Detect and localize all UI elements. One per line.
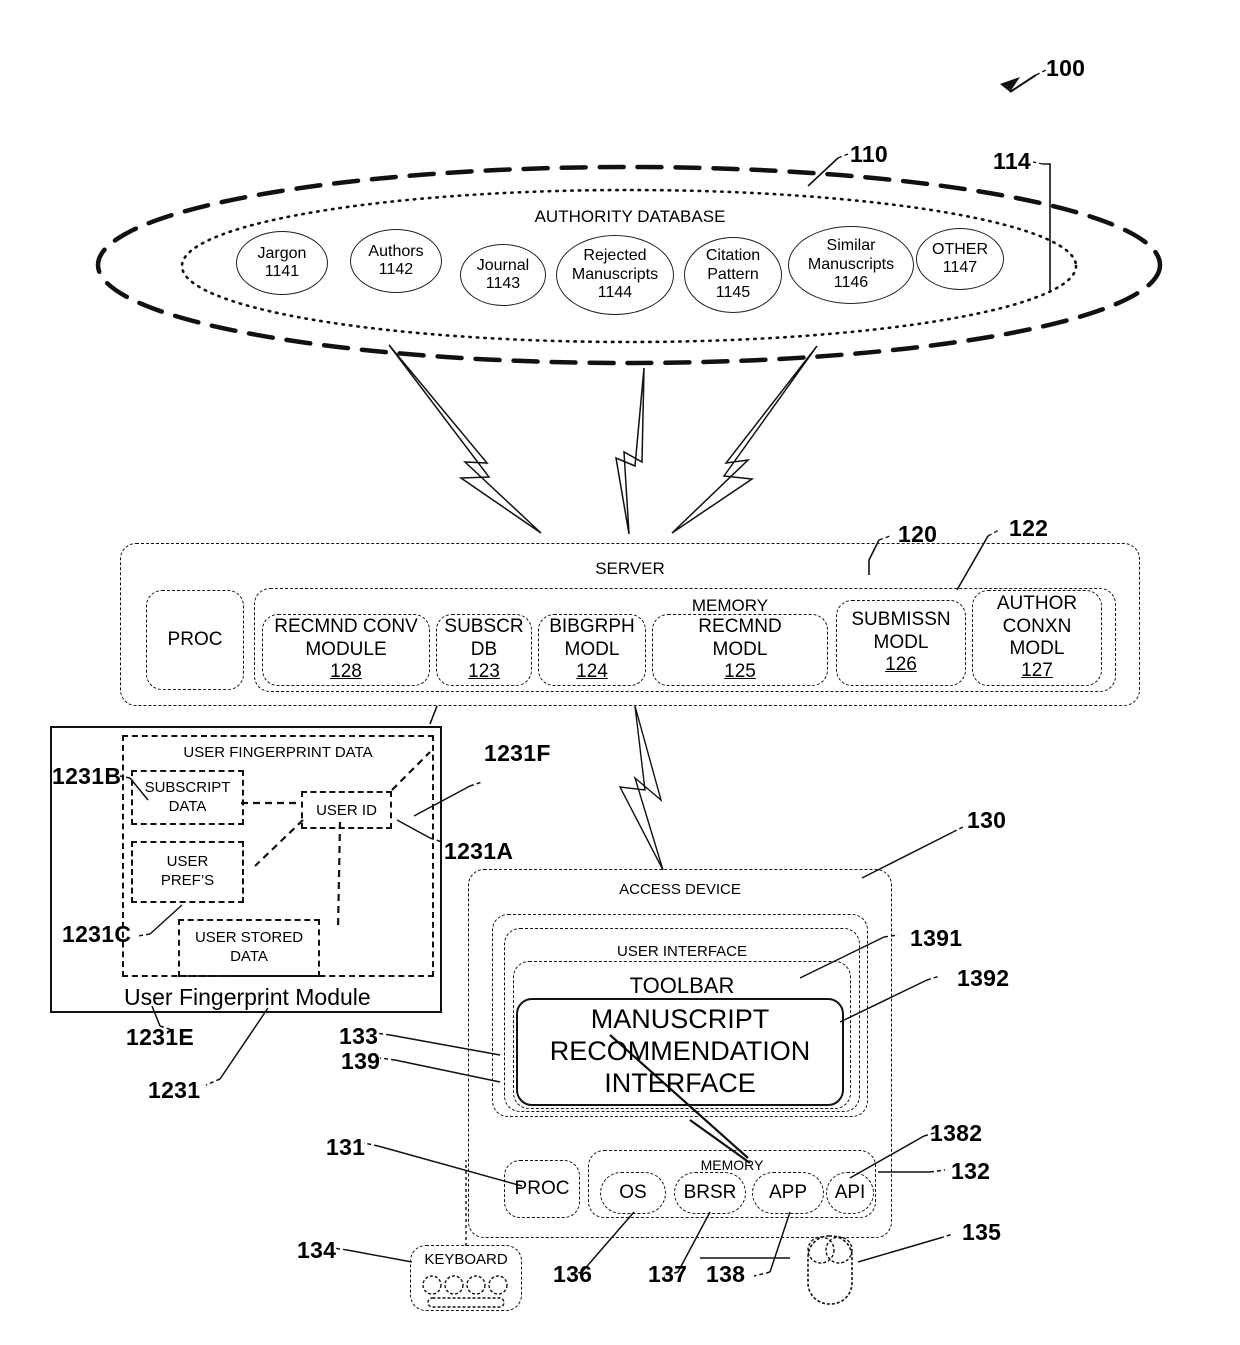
ref-1231F: 1231F — [484, 740, 551, 766]
db-node-journal[interactable]: Journal 1143 — [460, 244, 546, 306]
server-module-recmnd-modl[interactable]: RECMND MODL 125 — [652, 614, 828, 686]
manuscript-recommendation-interface[interactable]: MANUSCRIPT RECOMMENDATION INTERFACE — [516, 998, 844, 1106]
server-module-submissn-modl[interactable]: SUBMISSN MODL 126 — [836, 600, 966, 686]
ref-136: 136 — [553, 1261, 593, 1287]
ref-1392: 1392 — [957, 965, 1010, 991]
fp-item-subscript-data[interactable]: SUBSCRIPT DATA — [131, 770, 244, 825]
db-node-jargon[interactable]: Jargon 1141 — [236, 231, 328, 295]
ref-139: 139 — [341, 1048, 381, 1074]
ref-1231E: 1231E — [126, 1024, 195, 1050]
server-proc-label: PROC — [167, 628, 223, 650]
ref-135-leader — [857, 1237, 941, 1263]
db-node-rejected-manuscripts[interactable]: Rejected Manuscripts 1144 — [556, 235, 674, 315]
mri-line-1: MANUSCRIPT — [590, 1004, 770, 1035]
ref-114: 114 — [993, 148, 1032, 174]
server-title: SERVER — [595, 559, 665, 578]
server-to-fingerprint-connector — [429, 705, 438, 725]
wireless-link-server-to-device — [618, 705, 664, 871]
ref-114-leader — [1043, 163, 1051, 290]
server-module-recmnd-conv[interactable]: RECMND CONV MODULE 128 — [262, 614, 430, 686]
ref-110-leader — [807, 157, 839, 187]
user-fingerprint-data-title: USER FINGERPRINT DATA — [183, 743, 373, 761]
db-node-citation-pattern[interactable]: Citation Pattern 1145 — [684, 237, 782, 313]
db-node-authors[interactable]: Authors 1142 — [350, 229, 442, 293]
module-line-2: MODULE — [305, 638, 387, 660]
app-os[interactable]: OS — [600, 1172, 666, 1214]
ref-134-leader — [346, 1249, 413, 1263]
authority-db-title: AUTHORITY DATABASE — [534, 207, 726, 226]
ref-110: 110 — [850, 141, 889, 167]
db-node-similar-manuscripts[interactable]: Similar Manuscripts 1146 — [788, 226, 914, 304]
toolbar-label: TOOLBAR — [629, 973, 735, 998]
db-node-other[interactable]: OTHER 1147 — [916, 228, 1004, 290]
wireless-link-db-to-server — [388, 344, 818, 535]
access-device-proc[interactable]: PROC — [504, 1160, 580, 1218]
ref-120: 120 — [898, 521, 938, 547]
ref-122: 122 — [1009, 515, 1049, 541]
patent-figure: AUTHORITY DATABASE Jargon 1141 Authors 114… — [0, 0, 1240, 1345]
ref-100: 100 — [1046, 55, 1086, 81]
ref-1382: 1382 — [930, 1120, 983, 1146]
module-ref: 128 — [330, 661, 362, 683]
mri-line-3: INTERFACE — [604, 1067, 756, 1098]
server-proc[interactable]: PROC — [146, 590, 244, 690]
ref-130: 130 — [967, 807, 1007, 833]
ref-135: 135 — [962, 1219, 1002, 1245]
ref-100-leader — [1000, 69, 1047, 93]
ref-1231B: 1231B — [52, 763, 122, 789]
access-device-title: ACCESS DEVICE — [619, 880, 741, 898]
fp-item-user-prefs[interactable]: USER PREF’S — [131, 841, 244, 903]
ref-137: 137 — [648, 1261, 688, 1287]
fp-item-user-id[interactable]: USER ID — [301, 791, 392, 829]
app-brsr[interactable]: BRSR — [674, 1172, 746, 1214]
ref-134: 134 — [297, 1237, 337, 1263]
ref-1391: 1391 — [910, 925, 963, 951]
ref-131: 131 — [326, 1134, 366, 1160]
ref-138: 138 — [706, 1261, 746, 1287]
mouse[interactable] — [800, 1230, 862, 1310]
ref-1231C: 1231C — [62, 921, 132, 947]
ref-1231A: 1231A — [444, 838, 514, 864]
fp-item-user-stored-data[interactable]: USER STORED DATA — [178, 919, 320, 977]
server-module-subscr-db[interactable]: SUBSCR DB 123 — [436, 614, 532, 686]
app-app[interactable]: APP — [752, 1172, 824, 1214]
server-module-author-conxn-modl[interactable]: AUTHOR CONXN MODL 127 — [972, 590, 1102, 686]
user-interface-label: USER INTERFACE — [616, 942, 748, 960]
ref-132: 132 — [951, 1158, 991, 1184]
mri-line-2: RECOMMENDATION — [549, 1036, 811, 1067]
app-api[interactable]: API — [826, 1172, 874, 1214]
ref-1231-leader — [219, 1007, 269, 1080]
fingerprint-module-title: User Fingerprint Module — [124, 984, 371, 1010]
ref-1231: 1231 — [148, 1077, 201, 1103]
ref-133: 133 — [339, 1023, 379, 1049]
keyboard-keys — [422, 1275, 508, 1308]
module-line-1: RECMND CONV — [274, 616, 418, 638]
server-module-bibgrph-modl[interactable]: BIBGRPH MODL 124 — [538, 614, 646, 686]
